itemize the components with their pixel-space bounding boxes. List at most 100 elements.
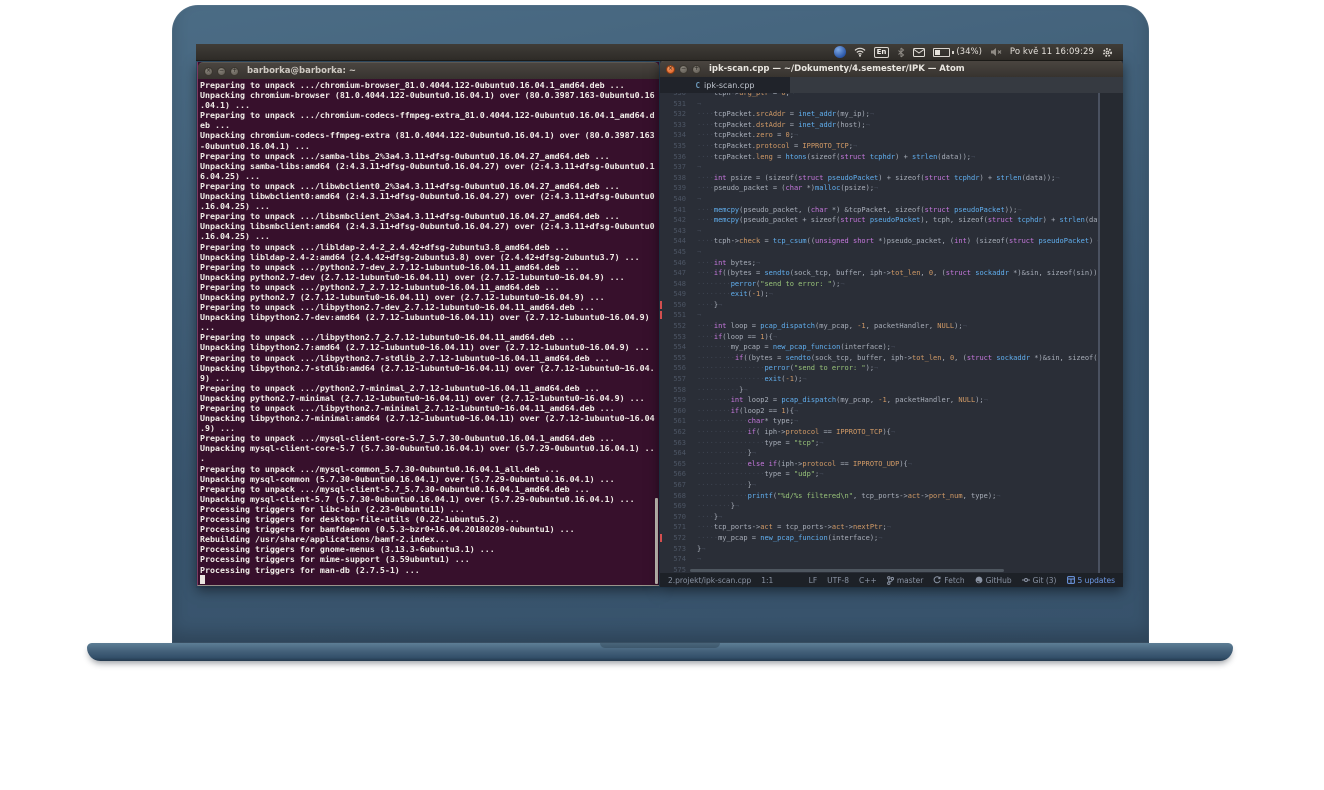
maximize-button[interactable]: + xyxy=(692,65,701,74)
terminal-line: .9) ... xyxy=(200,423,659,433)
code-line: 543¬ xyxy=(660,226,1100,237)
terminal-output[interactable]: Preparing to unpack .../chromium-browser… xyxy=(198,79,659,585)
code-line: 539····pseudo_packet = (char *)malloc(ps… xyxy=(660,183,1100,194)
line-number: 558 xyxy=(660,385,686,396)
line-number: 549 xyxy=(660,289,686,300)
code-line: 568············printf("%d/%s filtered\n"… xyxy=(660,491,1100,502)
terminal-line: Preparing to unpack .../libwbclient0_2%3… xyxy=(200,181,659,191)
code-line: 544····tcph->check = tcp_csum((unsigned … xyxy=(660,236,1100,247)
code-line: 572·····my_pcap = new_pcap_funcion(inter… xyxy=(660,533,1100,544)
terminal-line: Preparing to unpack .../python2.7-minima… xyxy=(200,383,659,393)
horizontal-scrollbar[interactable] xyxy=(690,569,1004,572)
status-line-ending[interactable]: LF xyxy=(809,576,818,585)
line-number: 554 xyxy=(660,342,686,353)
git-branch-icon xyxy=(887,576,894,585)
cpp-file-icon: C xyxy=(696,81,701,90)
code-line: 551¬ xyxy=(660,310,1100,321)
terminal-line: Unpacking python2.7-dev (2.7.12-1ubuntu0… xyxy=(200,272,659,282)
line-number: 548 xyxy=(660,279,686,290)
tab-bar: C ipk-scan.cpp xyxy=(660,77,1123,94)
volume-muted-icon[interactable] xyxy=(990,47,1002,57)
code-line: 542····memcpy(pseudo_packet + sizeof(str… xyxy=(660,215,1100,226)
code-line: 565············else if(iph->protocol == … xyxy=(660,459,1100,470)
code-line: 557················exit(-1);¬ xyxy=(660,374,1100,385)
battery-percent: (34%) xyxy=(956,47,982,57)
line-number: 564 xyxy=(660,448,686,459)
terminal-line: 6.04.25) ... xyxy=(200,171,659,181)
terminal-titlebar[interactable]: × − + barborka@barborka: ~ xyxy=(198,62,659,79)
code-line: 569········}¬ xyxy=(660,501,1100,512)
terminal-line: Unpacking python2.7 (2.7.12-1ubuntu0~16.… xyxy=(200,292,659,302)
terminal-line: Unpacking chromium-browser (81.0.4044.12… xyxy=(200,90,659,100)
close-button[interactable]: × xyxy=(204,67,213,76)
status-github[interactable]: GitHub xyxy=(975,576,1012,585)
atom-title: ipk-scan.cpp — ~/Dokumenty/4.semester/IP… xyxy=(709,64,965,74)
line-number: 542 xyxy=(660,215,686,226)
line-number: 575 xyxy=(660,565,686,573)
status-updates[interactable]: 5 updates xyxy=(1067,576,1116,585)
line-number: 561 xyxy=(660,416,686,427)
terminal-line: Unpacking chromium-codecs-ffmpeg-extra (… xyxy=(200,130,659,140)
status-git-changes[interactable]: Git (3) xyxy=(1022,576,1057,585)
line-number: 539 xyxy=(660,183,686,194)
maximize-button[interactable]: + xyxy=(230,67,239,76)
code-line: 561············char* type;¬ xyxy=(660,416,1100,427)
atom-titlebar[interactable]: × − + ipk-scan.cpp — ~/Dokumenty/4.semes… xyxy=(660,60,1123,77)
bluetooth-icon[interactable] xyxy=(897,47,905,58)
tab-ipk-scan[interactable]: C ipk-scan.cpp xyxy=(660,77,790,93)
line-number: 556 xyxy=(660,363,686,374)
code-line: 549········exit(-1);¬ xyxy=(660,289,1100,300)
code-line: 559········int loop2 = pcap_dispatch(my_… xyxy=(660,395,1100,406)
session-gear-icon[interactable] xyxy=(1102,47,1113,58)
close-button[interactable]: × xyxy=(666,65,675,74)
terminal-line: Preparing to unpack .../libpython2.7_2.7… xyxy=(200,332,659,342)
code-line: 536····tcpPacket.leng = htons(sizeof(str… xyxy=(660,152,1100,163)
terminal-line: Preparing to unpack .../libldap-2.4-2_2.… xyxy=(200,242,659,252)
clock[interactable]: Po kvě 11 16:09:29 xyxy=(1010,47,1094,57)
line-number: 545 xyxy=(660,247,686,258)
tray-app-icon[interactable] xyxy=(834,46,846,58)
terminal-line: Preparing to unpack .../mysql-client-5.7… xyxy=(200,484,659,494)
code-line: 558··········}¬ xyxy=(660,385,1100,396)
terminal-line: Preparing to unpack .../chromium-browser… xyxy=(200,80,659,90)
code-line: 560········if(loop2 == 1){¬ xyxy=(660,406,1100,417)
terminal-line: Rebuilding /usr/share/applications/bamf-… xyxy=(200,534,659,544)
code-line: 535····tcpPacket.protocol = IPPROTO_TCP;… xyxy=(660,141,1100,152)
terminal-line: Unpacking libpython2.7:amd64 (2.7.12-1ub… xyxy=(200,342,659,352)
status-encoding[interactable]: UTF-8 xyxy=(827,576,849,585)
status-grammar[interactable]: C++ xyxy=(859,576,877,585)
code-line: 533····tcpPacket.dstAddr = inet_addr(hos… xyxy=(660,120,1100,131)
line-number: 538 xyxy=(660,173,686,184)
code-line: 538····int psize = (sizeof(struct pseudo… xyxy=(660,173,1100,184)
terminal-scrollbar[interactable] xyxy=(655,498,658,584)
status-file-path[interactable]: 2.projekt/ipk-scan.cpp xyxy=(668,576,751,585)
status-fetch[interactable]: Fetch xyxy=(933,576,964,585)
code-line: 555·········if((bytes = sendto(sock_tcp,… xyxy=(660,353,1100,364)
git-commit-icon xyxy=(1022,576,1030,584)
wifi-icon[interactable] xyxy=(854,47,866,57)
line-number: 559 xyxy=(660,395,686,406)
code-line: 531¬ xyxy=(660,99,1100,110)
terminal-line: Preparing to unpack .../libsmbclient_2%3… xyxy=(200,211,659,221)
status-bar: 2.projekt/ipk-scan.cpp 1:1 LF UTF-8 C++ … xyxy=(660,573,1123,587)
mail-icon[interactable] xyxy=(913,48,925,57)
code-line: 553····if(loop == 1){¬ xyxy=(660,332,1100,343)
battery-indicator[interactable]: (34%) xyxy=(933,47,982,57)
keyboard-layout-indicator[interactable]: En xyxy=(874,47,890,58)
minimize-button[interactable]: − xyxy=(217,67,226,76)
laptop-mockup: En (34%) Po kvě 11 16:09:29 × xyxy=(0,0,1324,790)
code-line: 545¬ xyxy=(660,247,1100,258)
git-diff-marker xyxy=(660,534,662,542)
status-cursor-position[interactable]: 1:1 xyxy=(761,576,773,585)
git-diff-marker xyxy=(660,301,662,309)
line-number: 574 xyxy=(660,554,686,565)
terminal-line: Unpacking libpython2.7-dev:amd64 (2.7.12… xyxy=(200,312,659,322)
line-number: 568 xyxy=(660,491,686,502)
minimize-button[interactable]: − xyxy=(679,65,688,74)
line-number: 563 xyxy=(660,438,686,449)
code-line: 548········perror("send to error: ");¬ xyxy=(660,279,1100,290)
status-git-branch[interactable]: master xyxy=(887,576,923,585)
terminal-line: Preparing to unpack .../libpython2.7-dev… xyxy=(200,302,659,312)
code-editor[interactable]: 530····tcph->urg_ptr = 0;¬531¬532····tcp… xyxy=(660,93,1123,573)
code-line: 573}¬ xyxy=(660,544,1100,555)
